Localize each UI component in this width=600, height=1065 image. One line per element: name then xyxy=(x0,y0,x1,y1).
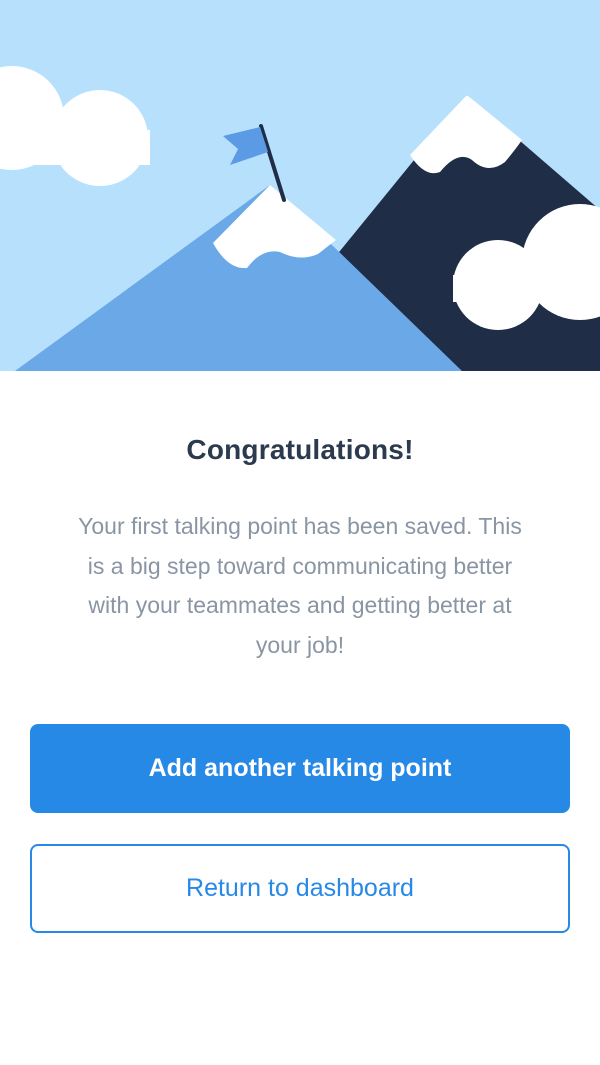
message-line: with your teammates and getting better a… xyxy=(88,592,512,618)
add-another-talking-point-button[interactable]: Add another talking point xyxy=(30,724,570,813)
add-another-talking-point-label: Add another talking point xyxy=(148,754,452,782)
hero-illustration xyxy=(0,0,600,371)
message-line: is a big step toward communicating bette… xyxy=(87,552,513,579)
mountain-illustration xyxy=(0,0,600,371)
message-line: Your first talking point has been saved.… xyxy=(78,513,522,539)
confirmation-message: Your first talking point has been saved.… xyxy=(30,507,570,665)
return-to-dashboard-button[interactable]: Return to dashboard xyxy=(30,844,570,933)
message-line: your job! xyxy=(255,631,345,658)
page-title: Congratulations! xyxy=(186,434,414,465)
return-to-dashboard-label: Return to dashboard xyxy=(186,874,414,902)
